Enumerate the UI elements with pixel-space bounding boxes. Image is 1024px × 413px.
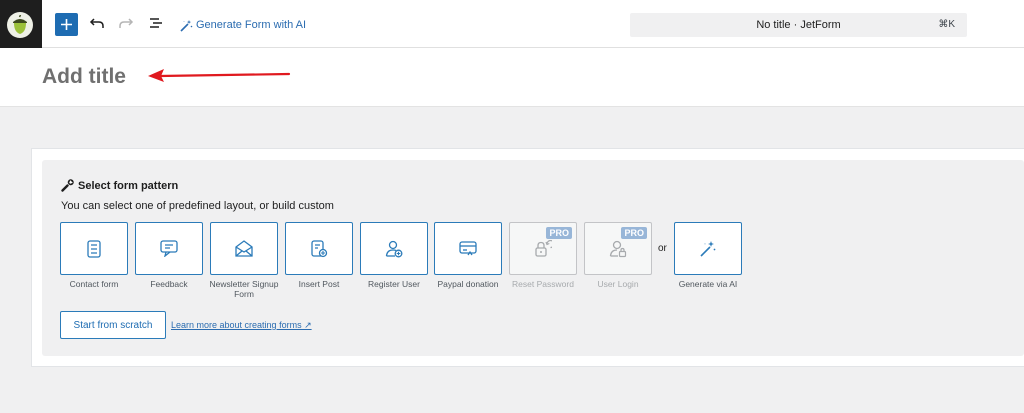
pattern-tile[interactable] — [434, 222, 502, 275]
paypal-icon — [459, 241, 477, 256]
pattern-tile[interactable] — [60, 222, 128, 275]
list-view-icon — [150, 18, 162, 28]
command-palette-bar[interactable]: No title · JetForm ⌘K — [630, 13, 967, 37]
title-area: Add title — [0, 48, 1024, 107]
pattern-generate-ai[interactable]: Generate via AI — [674, 222, 742, 289]
pro-badge: PRO — [621, 227, 647, 239]
pattern-reset-password[interactable]: PRO Reset Password — [509, 222, 577, 289]
user-login-icon — [609, 240, 627, 257]
site-logo[interactable] — [0, 0, 42, 48]
pattern-tile[interactable] — [285, 222, 353, 275]
undo-icon — [89, 18, 104, 28]
annotation-arrow-icon — [148, 69, 291, 82]
pattern-register-user[interactable]: Register User — [360, 222, 428, 289]
document-title: No title · JetForm — [756, 19, 841, 31]
acorn-icon — [13, 15, 27, 34]
placeholder-heading: Select form pattern — [61, 179, 178, 192]
pattern-feedback[interactable]: Feedback — [135, 222, 203, 289]
register-user-icon — [385, 240, 403, 257]
block-inserter-button[interactable] — [55, 13, 78, 36]
pattern-user-login[interactable]: PRO User Login — [584, 222, 652, 289]
pattern-newsletter[interactable]: Newsletter Signup Form — [210, 222, 278, 299]
placeholder-description: You can select one of predefined layout,… — [61, 200, 334, 212]
wrench-icon — [61, 179, 74, 192]
magic-wand-icon — [700, 240, 716, 257]
pro-badge: PRO — [546, 227, 572, 239]
reset-password-icon — [535, 239, 552, 257]
redo-icon — [119, 18, 134, 28]
newsletter-icon — [235, 240, 253, 257]
pattern-tile[interactable] — [360, 222, 428, 275]
pattern-tile[interactable]: PRO — [509, 222, 577, 275]
plus-icon — [61, 19, 72, 30]
post-title-input[interactable]: Add title — [42, 65, 126, 89]
pattern-paypal-donation[interactable]: Paypal donation — [434, 222, 502, 289]
pattern-tile[interactable] — [135, 222, 203, 275]
pattern-tile[interactable] — [210, 222, 278, 275]
pattern-tile[interactable]: PRO — [584, 222, 652, 275]
undo-button[interactable] — [89, 16, 107, 32]
redo-button[interactable] — [118, 16, 136, 32]
magic-wand-icon — [180, 19, 193, 32]
start-from-scratch-button[interactable]: Start from scratch — [60, 311, 166, 339]
contact-form-icon — [87, 239, 101, 258]
feedback-icon — [160, 240, 178, 257]
document-overview-button[interactable] — [148, 16, 166, 32]
learn-more-link[interactable]: Learn more about creating forms ↗ — [171, 320, 312, 331]
placeholder-heading-text: Select form pattern — [78, 179, 179, 192]
pattern-insert-post[interactable]: Insert Post — [285, 222, 353, 289]
or-separator: or — [658, 243, 667, 254]
pattern-tile[interactable] — [674, 222, 742, 275]
shortcut-hint: ⌘K — [938, 19, 955, 30]
pattern-label: Generate via AI — [678, 279, 738, 289]
generate-form-ai-label: Generate Form with AI — [196, 19, 307, 31]
editor-toolbar: Generate Form with AI No title · JetForm… — [0, 0, 1024, 48]
pattern-contact-form[interactable]: Contact form — [60, 222, 128, 289]
generate-form-ai-button[interactable]: Generate Form with AI — [180, 18, 306, 32]
insert-post-icon — [311, 239, 328, 257]
pattern-label: User Login — [597, 279, 639, 289]
